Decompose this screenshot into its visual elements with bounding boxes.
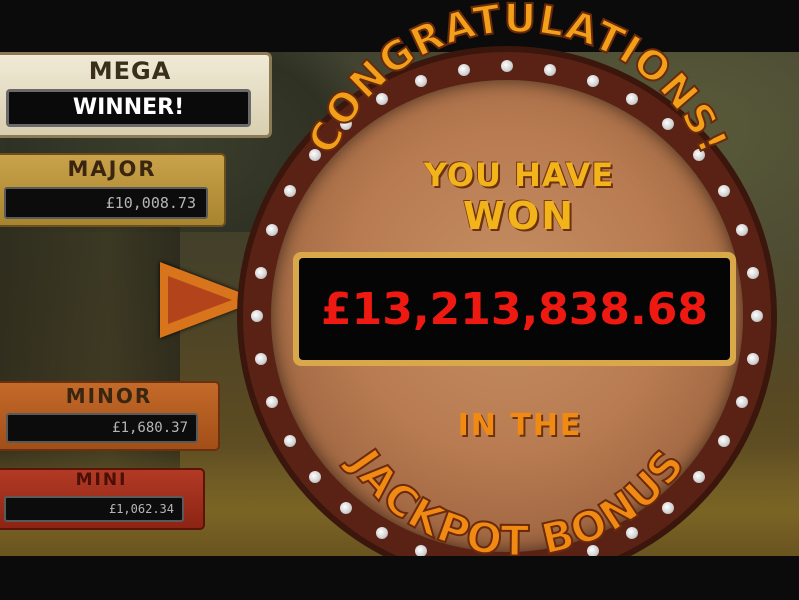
wheel-bulb (735, 224, 748, 237)
you-have-text: YOU HAVE (423, 156, 615, 194)
wheel-bulb (284, 185, 297, 197)
wheel-bulb (747, 353, 760, 366)
minor-jackpot-sign: MINOR £1,680.37 (0, 381, 220, 451)
mega-jackpot-value: WINNER! (6, 89, 251, 127)
mini-jackpot-title: MINI (75, 470, 128, 490)
wheel-bulb (751, 310, 763, 322)
wheel-bulb (340, 501, 353, 514)
wheel-bulb (717, 435, 730, 447)
wheel-bulb (254, 266, 267, 279)
triangle-pointer-inner-icon (168, 276, 232, 324)
wheel-bulb (251, 310, 263, 322)
wheel-bulb (457, 63, 470, 76)
letterbox-bottom (0, 556, 799, 600)
wheel-bulb (692, 470, 705, 483)
wheel-bulb (340, 118, 353, 131)
wheel-bulb (626, 526, 638, 539)
wheel-bulb (415, 75, 428, 88)
wheel-bulb (376, 526, 388, 539)
wheel-bulb (661, 118, 674, 131)
in-the-text: IN THE (457, 408, 583, 443)
wheel-bulb (544, 63, 557, 76)
wheel-bulb (309, 149, 322, 162)
wheel-bulb (661, 501, 674, 514)
wheel-bulb (266, 395, 279, 408)
wheel-bulb (747, 266, 760, 279)
wheel-bulb (254, 353, 267, 366)
mega-jackpot-sign: MEGA WINNER! (0, 52, 272, 138)
wheel-bulb (586, 75, 599, 88)
won-text: WON (462, 194, 576, 238)
wheel-bulb (376, 93, 388, 106)
mega-jackpot-title: MEGA (88, 57, 172, 85)
minor-jackpot-amount: £1,680.37 (6, 413, 198, 443)
win-amount-panel: £13,213,838.68 (293, 252, 736, 366)
major-jackpot-sign: MAJOR £10,008.73 (0, 153, 226, 227)
wheel-bulb (735, 395, 748, 408)
mini-jackpot-sign: MINI £1,062.34 (0, 468, 205, 530)
wheel-bulb (309, 470, 322, 483)
wheel-bulb (501, 60, 513, 72)
major-jackpot-amount: £10,008.73 (4, 187, 208, 219)
minor-jackpot-title: MINOR (65, 384, 153, 408)
wheel-bulb (626, 93, 638, 106)
wheel-bulb (692, 149, 705, 162)
letterbox-top (0, 0, 799, 52)
win-amount: £13,213,838.68 (299, 258, 730, 360)
wheel-bulb (266, 224, 279, 237)
mini-jackpot-amount: £1,062.34 (4, 496, 184, 522)
wheel-bulb (717, 185, 730, 197)
major-jackpot-title: MAJOR (67, 157, 157, 181)
wheel-bulb (284, 435, 297, 447)
